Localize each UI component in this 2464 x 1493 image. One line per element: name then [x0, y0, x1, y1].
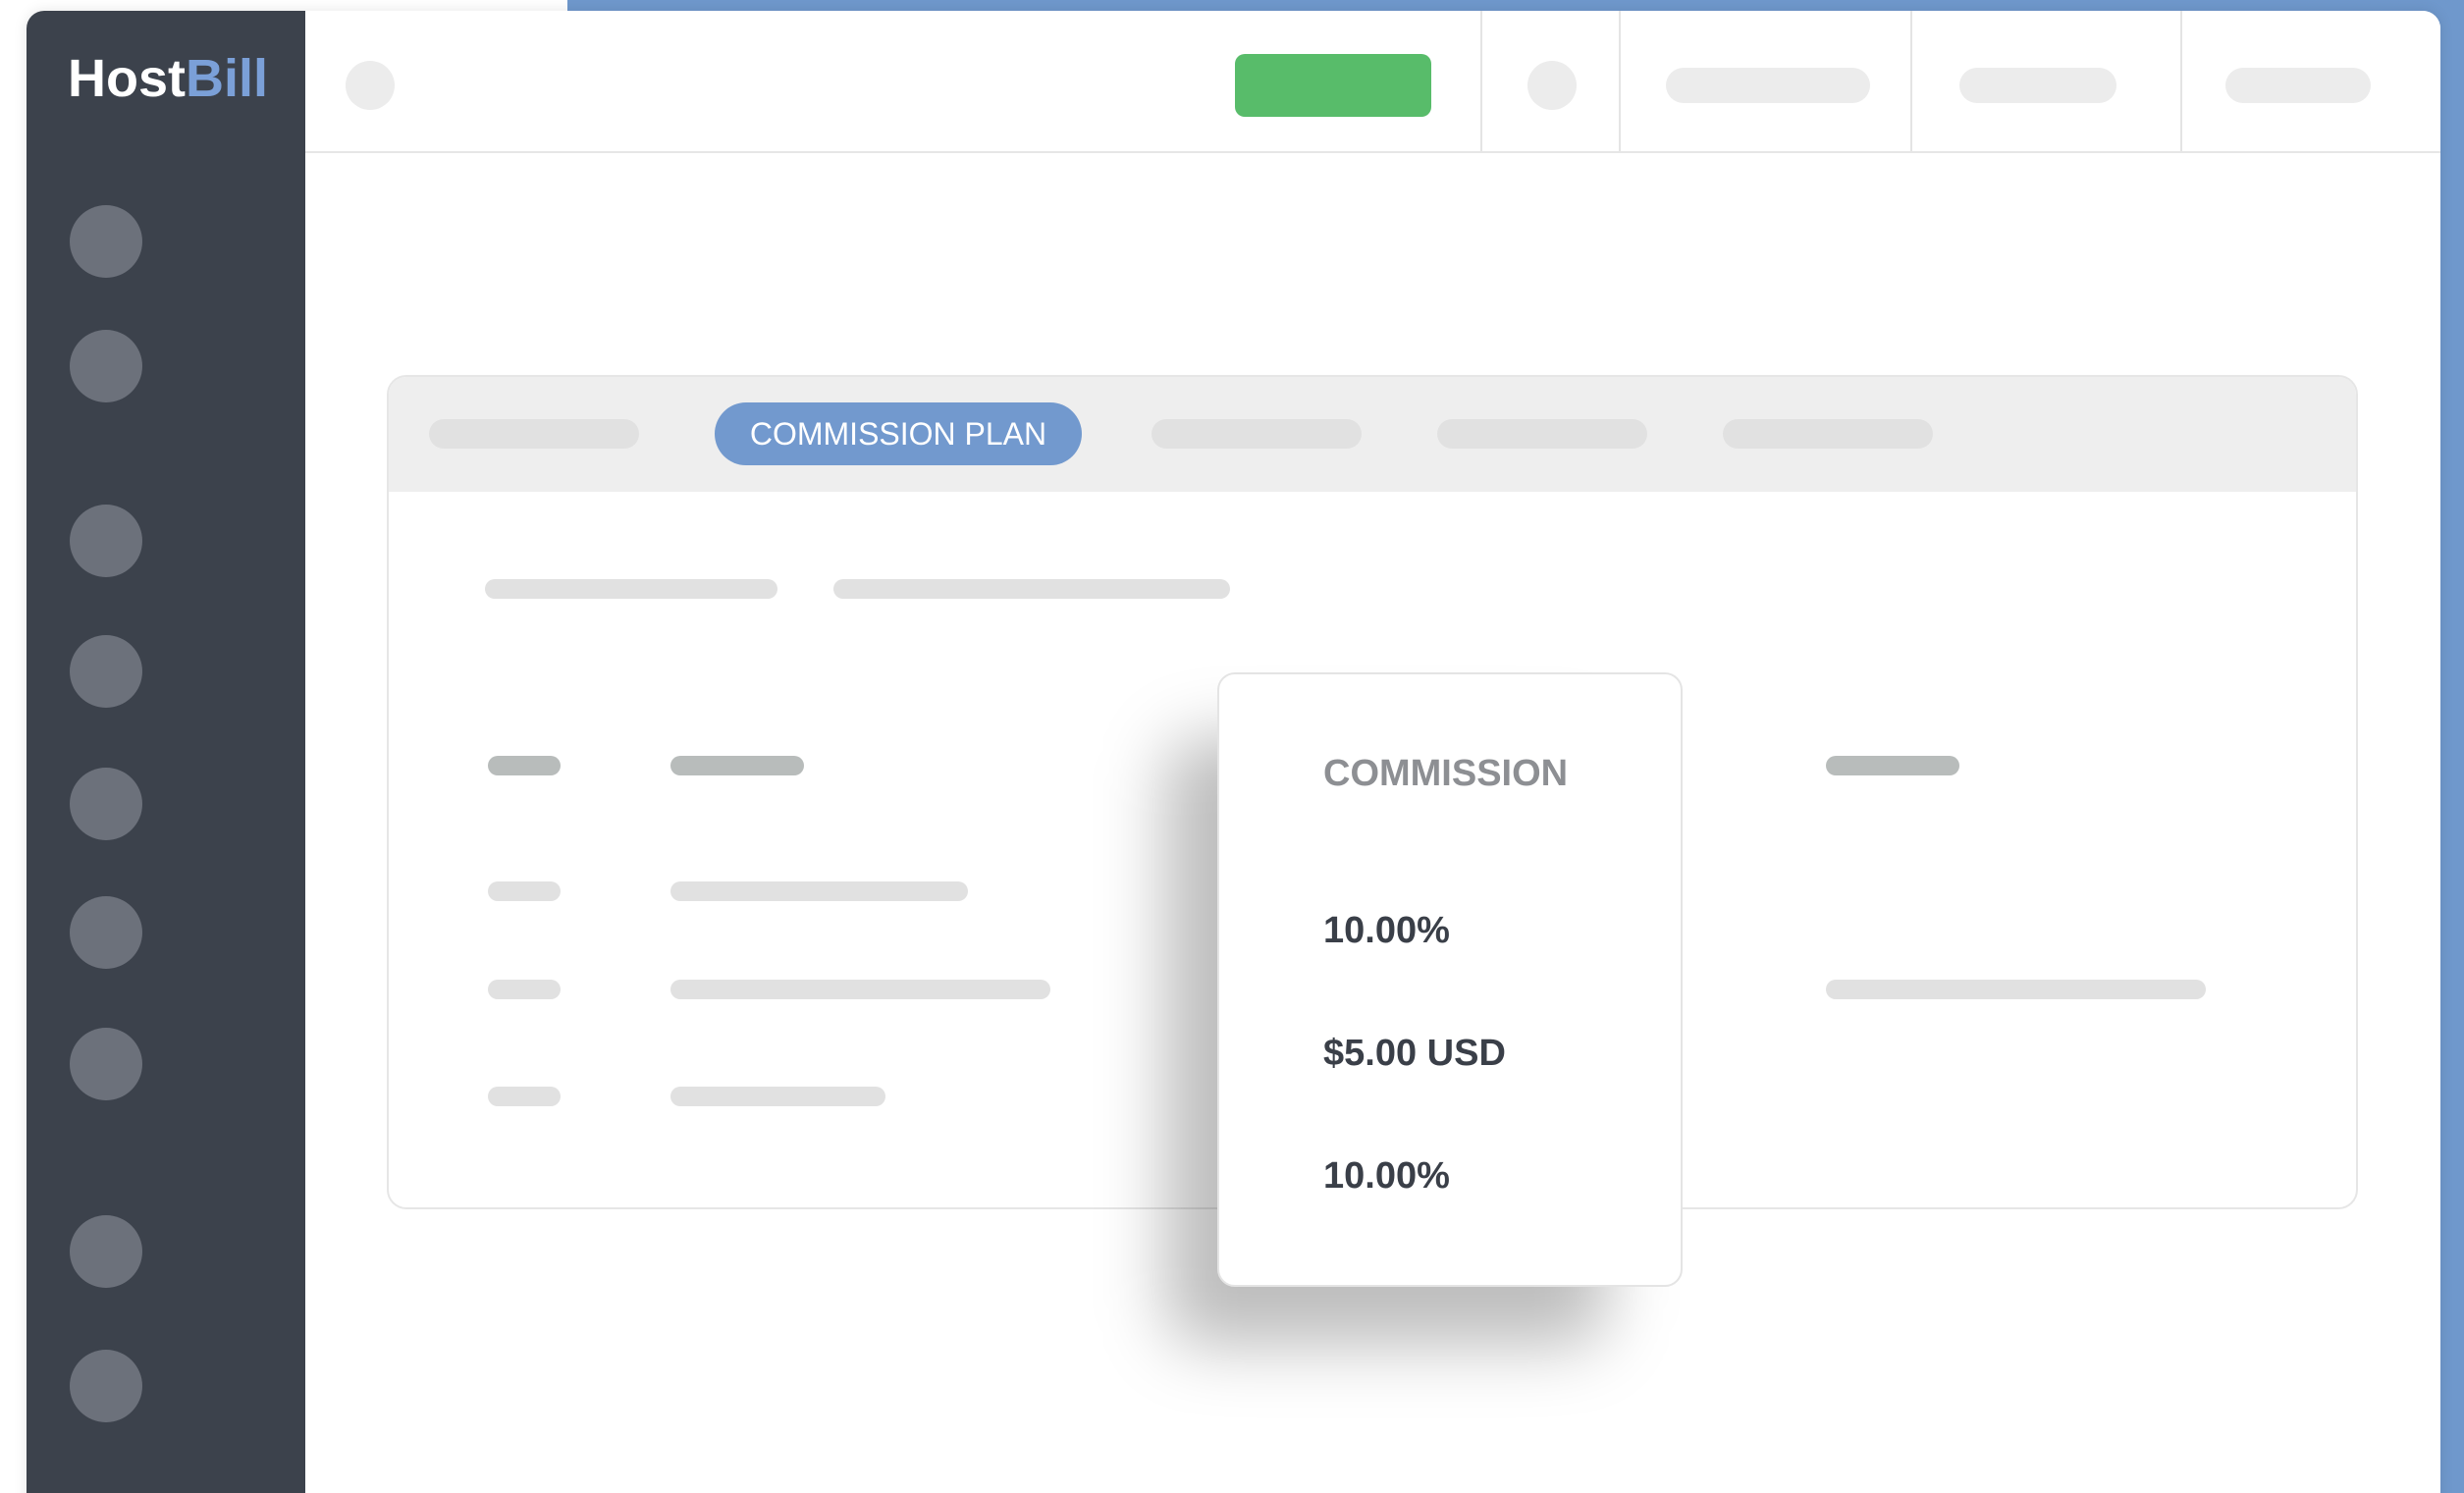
commission-value-1[interactable]: 10.00%	[1323, 910, 1450, 952]
topbar-menu-item-2[interactable]	[1959, 68, 2116, 103]
commission-value-2[interactable]: $5.00 USD	[1323, 1033, 1506, 1075]
row-2-cell-1-placeholder	[488, 980, 561, 999]
topbar-menu-item-3[interactable]	[2225, 68, 2371, 103]
row-2-cell-3-placeholder	[1826, 980, 2206, 999]
column-header-placeholder-2	[670, 756, 804, 775]
column-header-placeholder-1	[488, 756, 561, 775]
tab-commission-plan[interactable]: COMMISSION PLAN	[715, 402, 1082, 465]
logo-host-text: Host	[68, 49, 186, 108]
card-tab-bar: COMMISSION PLAN	[389, 377, 2356, 492]
commission-value-3[interactable]: 10.00%	[1323, 1155, 1450, 1198]
row-3-cell-2-placeholder	[670, 1087, 885, 1106]
topbar-menu-item-1[interactable]	[1666, 68, 1870, 103]
menu-toggle-icon[interactable]	[346, 61, 395, 110]
topbar-divider	[1619, 11, 1621, 151]
row-1-cell-1-placeholder	[488, 881, 561, 901]
row-1-cell-2-placeholder	[670, 881, 968, 901]
topbar-divider	[1910, 11, 1912, 151]
primary-action-button[interactable]	[1235, 54, 1431, 117]
topbar-divider	[1480, 11, 1482, 151]
commission-popup: COMMISSION 10.00% $5.00 USD 10.00%	[1217, 672, 1683, 1287]
sidebar-nav-icon-1[interactable]	[70, 205, 142, 278]
app-window: HostBill COMMISSION PLAN COMMISSION 10.0…	[27, 11, 2440, 1493]
sidebar-nav-icon-8[interactable]	[70, 1215, 142, 1288]
notification-icon[interactable]	[1527, 61, 1577, 110]
topbar-divider	[2180, 11, 2182, 151]
tab-placeholder-2[interactable]	[1152, 419, 1362, 449]
sidebar: HostBill	[27, 11, 305, 1493]
sidebar-nav-icon-9[interactable]	[70, 1350, 142, 1422]
sidebar-nav-icon-7[interactable]	[70, 1028, 142, 1100]
content-header-placeholder-1	[485, 579, 777, 599]
top-bar	[305, 11, 2440, 153]
tab-placeholder-3[interactable]	[1437, 419, 1647, 449]
commission-title: COMMISSION	[1323, 753, 1569, 794]
tab-placeholder-1[interactable]	[429, 419, 639, 449]
column-header-placeholder-3	[1826, 756, 1959, 775]
sidebar-nav-icon-2[interactable]	[70, 330, 142, 402]
sidebar-nav-icon-4[interactable]	[70, 635, 142, 708]
logo-bill-text: Bill	[186, 49, 269, 108]
content-header-placeholder-2	[833, 579, 1230, 599]
sidebar-nav-icon-6[interactable]	[70, 896, 142, 969]
sidebar-nav-icon-5[interactable]	[70, 768, 142, 840]
sidebar-nav-icon-3[interactable]	[70, 505, 142, 577]
row-3-cell-1-placeholder	[488, 1087, 561, 1106]
tab-placeholder-4[interactable]	[1723, 419, 1933, 449]
row-2-cell-2-placeholder	[670, 980, 1050, 999]
hostbill-logo[interactable]: HostBill	[68, 48, 268, 109]
